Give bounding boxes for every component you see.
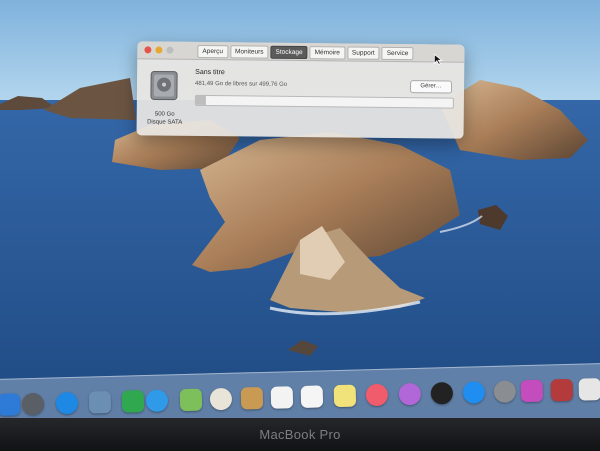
preview-icon[interactable] xyxy=(88,390,112,414)
facetime-icon[interactable] xyxy=(121,390,145,413)
music-icon[interactable] xyxy=(365,383,389,407)
podcasts-icon[interactable] xyxy=(398,382,422,406)
photos-icon[interactable] xyxy=(209,387,233,411)
itunes-store-icon[interactable] xyxy=(520,379,544,403)
disk-size-label: 500 Go xyxy=(154,111,175,118)
tab-support[interactable]: Support xyxy=(346,46,380,60)
free-space-label: 481,49 Go de libres sur 499,76 Go xyxy=(195,80,288,88)
close-button[interactable] xyxy=(144,46,152,54)
finder-icon[interactable] xyxy=(0,393,21,416)
document-icon[interactable] xyxy=(578,378,600,401)
photo-booth-icon[interactable] xyxy=(550,378,574,402)
reminders-icon[interactable] xyxy=(300,385,324,408)
system-preferences-icon[interactable] xyxy=(493,380,517,403)
manage-button[interactable]: Gérer… xyxy=(409,80,453,94)
app-store-icon[interactable] xyxy=(462,381,486,404)
hard-drive-icon xyxy=(150,70,178,101)
about-this-mac-window: Aperçu Moniteurs Stockage Mémoire Suppor… xyxy=(136,41,465,139)
maps-icon[interactable] xyxy=(179,388,203,412)
storage-usage-bar xyxy=(194,94,454,109)
minimize-button[interactable] xyxy=(155,46,163,54)
zoom-button[interactable] xyxy=(166,46,174,54)
launchpad-icon[interactable] xyxy=(21,392,45,416)
messages-icon[interactable] xyxy=(145,389,169,413)
tab-apercu[interactable]: Aperçu xyxy=(197,44,229,59)
window-titlebar: Aperçu Moniteurs Stockage Mémoire Suppor… xyxy=(137,41,465,63)
tab-service[interactable]: Service xyxy=(381,46,414,61)
tab-bar: Aperçu Moniteurs Stockage Mémoire Suppor… xyxy=(197,44,414,61)
disk-type-label: Disque SATA xyxy=(147,119,183,126)
contacts-icon[interactable] xyxy=(240,386,264,410)
notes-icon[interactable] xyxy=(333,384,357,408)
safari-icon[interactable] xyxy=(55,391,79,415)
tv-icon[interactable] xyxy=(430,381,454,405)
volume-name: Sans titre xyxy=(195,68,225,77)
tab-stockage[interactable]: Stockage xyxy=(270,45,308,60)
mouse-pointer-icon xyxy=(433,53,443,66)
storage-used-fill xyxy=(195,95,206,106)
calendar-icon[interactable] xyxy=(270,386,294,409)
tab-moniteurs[interactable]: Moniteurs xyxy=(229,45,269,59)
laptop-brand-label: MacBook Pro xyxy=(259,427,341,442)
tab-memoire[interactable]: Mémoire xyxy=(309,46,346,60)
